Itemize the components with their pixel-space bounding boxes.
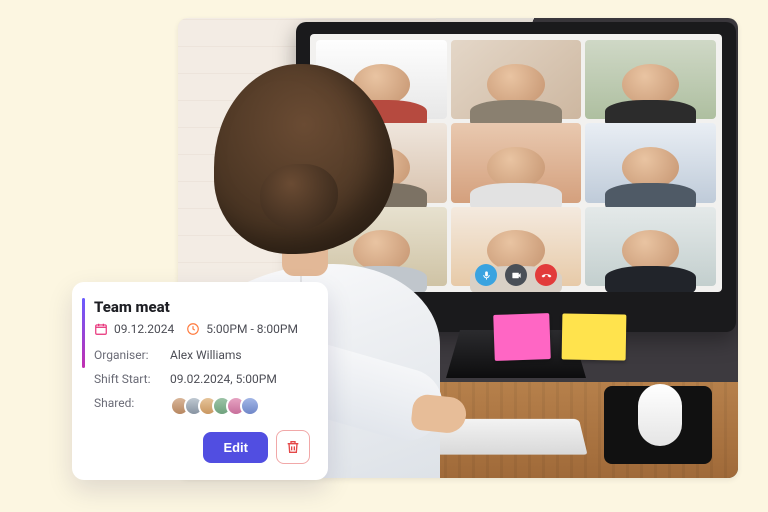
mic-icon[interactable] (475, 264, 497, 286)
event-meta: 09.12.2024 5:00PM - 8:00PM (94, 322, 310, 336)
event-title: Team meat (94, 298, 310, 316)
video-tile (451, 123, 582, 202)
video-tile (585, 123, 716, 202)
shared-label: Shared: (94, 396, 170, 416)
avatar (240, 396, 260, 416)
mouse (638, 384, 682, 446)
event-details: Organiser: Alex Williams Shift Start: 09… (94, 348, 310, 416)
event-card: Team meat 09.12.2024 5:00PM - 8:00PM Org… (72, 282, 328, 480)
calendar-icon (94, 322, 108, 336)
organiser-value: Alex Williams (170, 348, 310, 362)
camera-icon[interactable] (505, 264, 527, 286)
event-time: 5:00PM - 8:00PM (206, 322, 298, 336)
end-call-icon[interactable] (535, 264, 557, 286)
trash-icon (285, 439, 301, 455)
event-actions: Edit (94, 430, 310, 464)
video-tile (585, 40, 716, 119)
shared-avatars (170, 396, 310, 416)
video-tile (451, 40, 582, 119)
shift-start-value: 09.02.2024, 5:00PM (170, 372, 310, 386)
event-date: 09.12.2024 (114, 322, 174, 336)
organiser-label: Organiser: (94, 348, 170, 362)
call-controls (475, 264, 557, 286)
video-tile (585, 207, 716, 286)
sticky-note-yellow (562, 313, 627, 360)
edit-button[interactable]: Edit (203, 432, 268, 463)
shift-start-label: Shift Start: (94, 372, 170, 386)
sticky-note-pink (493, 313, 551, 361)
delete-button[interactable] (276, 430, 310, 464)
clock-icon (186, 322, 200, 336)
